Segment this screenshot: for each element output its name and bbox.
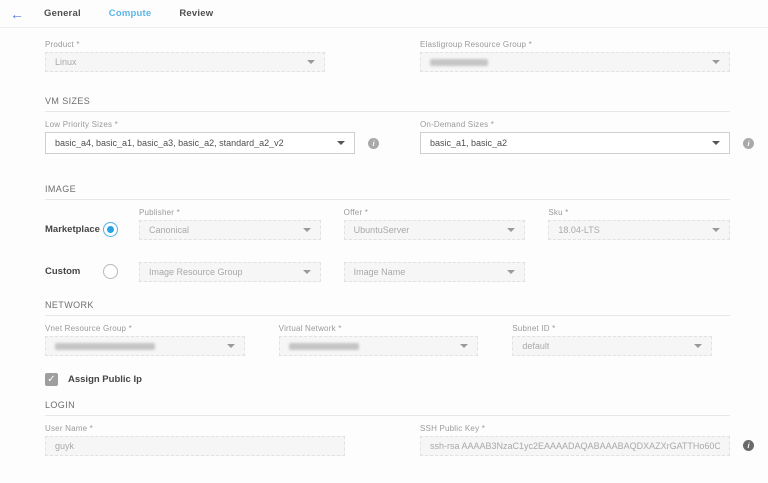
user-name-input: guyk — [45, 436, 345, 456]
chevron-down-icon — [337, 141, 345, 145]
section-network: NETWORK Vnet Resource Group * Virtual Ne… — [45, 300, 730, 386]
redacted-value — [55, 343, 155, 350]
section-divider — [45, 415, 730, 416]
assign-public-ip-checkbox[interactable]: ✓ — [45, 373, 58, 386]
ssh-public-key-value: ssh-rsa AAAAB3NzaC1yc2EAAAADAQABAAABAQDX… — [430, 441, 720, 451]
low-priority-sizes-select[interactable]: basic_a4, basic_a1, basic_a3, basic_a2, … — [45, 132, 355, 154]
assign-public-ip-row: ✓ Assign Public Ip — [45, 373, 730, 386]
custom-row: Custom Image Resource Group Image Name — [45, 262, 730, 282]
product-label: Product * — [45, 40, 325, 49]
subnet-id-label: Subnet ID * — [512, 324, 712, 333]
back-arrow-icon[interactable]: ← — [10, 7, 24, 21]
product-value: Linux — [55, 57, 77, 67]
on-demand-sizes-value: basic_a1, basic_a2 — [430, 138, 507, 148]
chevron-down-icon — [303, 228, 311, 232]
ssh-public-key-input: ssh-rsa AAAAB3NzaC1yc2EAAAADAQABAAABAQDX… — [420, 436, 730, 456]
section-image: IMAGE Marketplace Publisher * Canonical … — [45, 184, 730, 282]
section-divider — [45, 199, 730, 200]
sku-label: Sku * — [548, 208, 730, 217]
sku-value: 18.04-LTS — [558, 225, 599, 235]
marketplace-row: Marketplace Publisher * Canonical Offer … — [45, 208, 730, 240]
chevron-down-icon — [507, 228, 515, 232]
on-demand-sizes-select[interactable]: basic_a1, basic_a2 — [420, 132, 730, 154]
info-icon[interactable]: i — [368, 138, 379, 149]
image-resource-group-select: Image Resource Group — [139, 262, 321, 282]
image-resource-group-placeholder: Image Resource Group — [149, 267, 243, 277]
spacer — [548, 262, 730, 282]
product-select: Linux — [45, 52, 325, 72]
offer-value: UbuntuServer — [354, 225, 410, 235]
elastigroup-resource-group-label: Elastigroup Resource Group * — [420, 40, 730, 49]
vnet-resource-group-label: Vnet Resource Group * — [45, 324, 245, 333]
wizard-header: ← General Compute Review — [0, 0, 768, 28]
chevron-down-icon — [712, 141, 720, 145]
vnet-resource-group-select — [45, 336, 245, 356]
on-demand-sizes-label: On-Demand Sizes * — [420, 120, 730, 129]
chevron-down-icon — [507, 270, 515, 274]
marketplace-label: Marketplace — [45, 224, 103, 240]
section-divider — [45, 315, 730, 316]
info-icon[interactable]: i — [743, 440, 754, 451]
image-name-placeholder: Image Name — [354, 267, 406, 277]
chevron-down-icon — [303, 270, 311, 274]
redacted-value — [430, 59, 488, 66]
section-vm-sizes: VM SIZES Low Priority Sizes * basic_a4, … — [45, 96, 730, 154]
virtual-network-label: Virtual Network * — [279, 324, 479, 333]
subnet-id-value: default — [522, 341, 549, 351]
network-title: NETWORK — [45, 300, 730, 310]
custom-radio[interactable] — [103, 264, 118, 279]
chevron-down-icon — [460, 344, 468, 348]
section-login: LOGIN User Name * guyk SSH Public Key * … — [45, 400, 730, 456]
chevron-down-icon — [712, 60, 720, 64]
login-title: LOGIN — [45, 400, 730, 410]
sku-select: 18.04-LTS — [548, 220, 730, 240]
chevron-down-icon — [694, 344, 702, 348]
elastigroup-resource-group-select — [420, 52, 730, 72]
vm-sizes-title: VM SIZES — [45, 96, 730, 106]
offer-select: UbuntuServer — [344, 220, 526, 240]
tab-review[interactable]: Review — [179, 8, 213, 19]
image-name-select: Image Name — [344, 262, 526, 282]
publisher-select: Canonical — [139, 220, 321, 240]
low-priority-sizes-label: Low Priority Sizes * — [45, 120, 355, 129]
chevron-down-icon — [227, 344, 235, 348]
publisher-label: Publisher * — [139, 208, 321, 217]
section-divider — [45, 111, 730, 112]
custom-label: Custom — [45, 266, 103, 282]
info-icon[interactable]: i — [743, 138, 754, 149]
chevron-down-icon — [307, 60, 315, 64]
general-row: Product * Linux Elastigroup Resource Gro… — [45, 40, 730, 72]
ssh-public-key-label: SSH Public Key * — [420, 424, 730, 433]
tab-general[interactable]: General — [44, 8, 81, 19]
publisher-value: Canonical — [149, 225, 189, 235]
wizard-tabs: General Compute Review — [44, 8, 213, 19]
subnet-id-select: default — [512, 336, 712, 356]
chevron-down-icon — [712, 228, 720, 232]
redacted-value — [289, 343, 359, 350]
marketplace-radio[interactable] — [103, 222, 118, 237]
virtual-network-select — [279, 336, 479, 356]
offer-label: Offer * — [344, 208, 526, 217]
user-name-label: User Name * — [45, 424, 345, 433]
image-title: IMAGE — [45, 184, 730, 194]
low-priority-sizes-value: basic_a4, basic_a1, basic_a3, basic_a2, … — [55, 138, 284, 148]
tab-compute[interactable]: Compute — [109, 8, 152, 19]
user-name-value: guyk — [55, 441, 74, 451]
assign-public-ip-label: Assign Public Ip — [68, 374, 142, 385]
